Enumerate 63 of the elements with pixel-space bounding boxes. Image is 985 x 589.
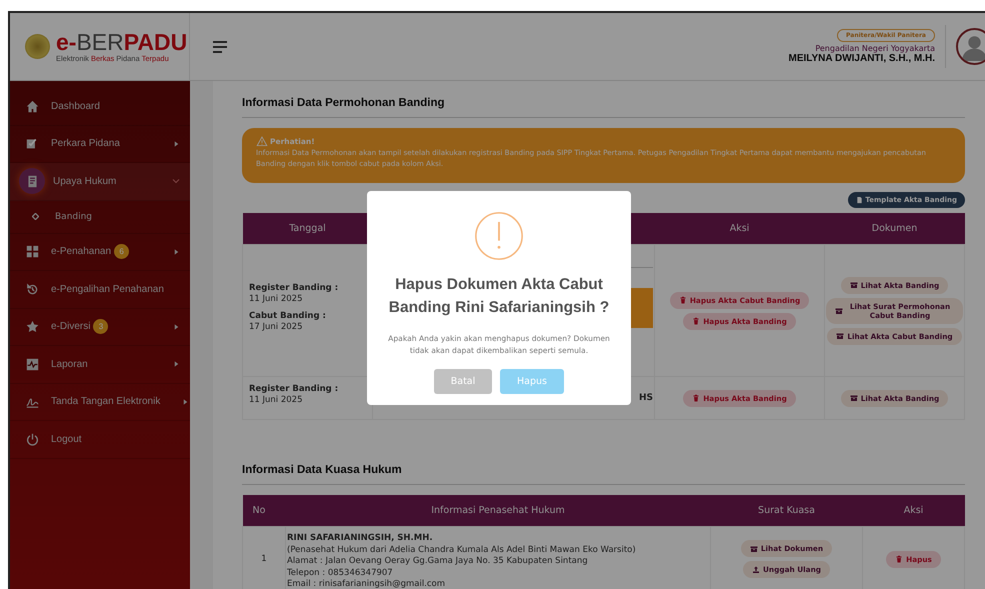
date-label: Register Banding : (249, 282, 340, 294)
advocate-detail: Telepon : 085346347907 (287, 568, 394, 579)
section-title: Informasi Data Kuasa Hukum (242, 458, 965, 485)
document-icon (26, 174, 38, 188)
sidebar-label: e-Penahanan (51, 246, 112, 258)
sidebar-label: Upaya Hukum (53, 176, 116, 187)
column-header: Aksi (654, 213, 824, 244)
user-name: MEILYNA DWIJANTI, S.H., M.H. (788, 53, 935, 64)
section-title: Informasi Data Permohonan Banding (242, 91, 965, 118)
upload-icon (752, 566, 760, 574)
date-label: Cabut Banding : (249, 310, 327, 322)
advocate-detail: (Penasehat Hukum dari Adelia Chandra Kumala Als Adel Binti Mawan Eko Warsito) (287, 544, 637, 556)
column-header: Aksi (862, 495, 964, 526)
archive-icon (836, 332, 844, 340)
sidebar-label: Logout (51, 434, 82, 445)
history-icon (26, 282, 38, 296)
count-badge: 3 (93, 319, 108, 334)
chart-icon (26, 358, 38, 371)
count-badge: 6 (114, 244, 130, 260)
column-header: No (242, 495, 286, 526)
app-logo-title: e-BERPADU (56, 30, 188, 54)
column-header: Informasi Penasehat Hukum (286, 495, 710, 526)
sidebar-label: e-Diversi (51, 321, 90, 332)
grid-icon (26, 245, 38, 258)
diamond-icon (32, 213, 39, 220)
sidebar-item[interactable]: e-Penahanan 6 (10, 234, 190, 271)
archive-icon (850, 394, 858, 402)
warning-icon (256, 136, 268, 147)
date-value: 17 Juni 2025 (249, 322, 304, 332)
advocate-detail: Alamat : Jalan Oevang Oeray Gg.Gama Jaya No. 35 Kabupaten Sintang (287, 556, 589, 568)
sidebar-label: Laporan (51, 358, 88, 370)
court-name: Pengadilan Negeri Yogyakarta (815, 44, 935, 53)
sidebar-label: Perkara Pidana (51, 138, 120, 150)
exclamation-icon (474, 211, 524, 261)
avatar[interactable] (956, 28, 985, 65)
star-icon (26, 320, 38, 334)
row-number: 1 (242, 526, 286, 589)
advocate-name: RINI SAFARIANINGSIH, SH.MH. (287, 533, 434, 544)
menu-icon[interactable] (212, 38, 228, 54)
trash-icon (895, 555, 904, 564)
sidebar-label: e-Pengalihan Penahanan (51, 284, 164, 295)
checkbox-icon (26, 137, 38, 150)
dialog-title: Hapus Dokumen Akta Cabut Banding Rini Safarianingsih ? (388, 275, 610, 318)
date-label: Register Banding : (249, 384, 340, 395)
power-icon (26, 432, 38, 446)
trash-icon (692, 394, 700, 402)
date-value: 11 Juni 2025 (249, 395, 304, 406)
file-icon (856, 196, 864, 204)
archive-icon (835, 306, 843, 314)
archive-icon (750, 544, 758, 553)
sidebar-label: Tanda Tangan Elektronik (51, 396, 160, 408)
sidebar-label: Dashboard (51, 100, 100, 112)
table-cell-text: HS (638, 393, 653, 403)
home-icon (26, 100, 38, 113)
emblem-icon (25, 34, 50, 59)
column-header: Dokumen (824, 213, 964, 244)
archive-icon (850, 281, 858, 289)
advocate-detail: Email : rinisafarianingsih@gmail.com (287, 579, 446, 589)
trash-icon (692, 317, 700, 325)
date-value: 11 Juni 2025 (249, 294, 304, 304)
trash-icon (678, 296, 687, 304)
sidebar-item[interactable]: e-Diversi 3 (10, 308, 190, 346)
column-header: Surat Kuasa (710, 495, 862, 526)
